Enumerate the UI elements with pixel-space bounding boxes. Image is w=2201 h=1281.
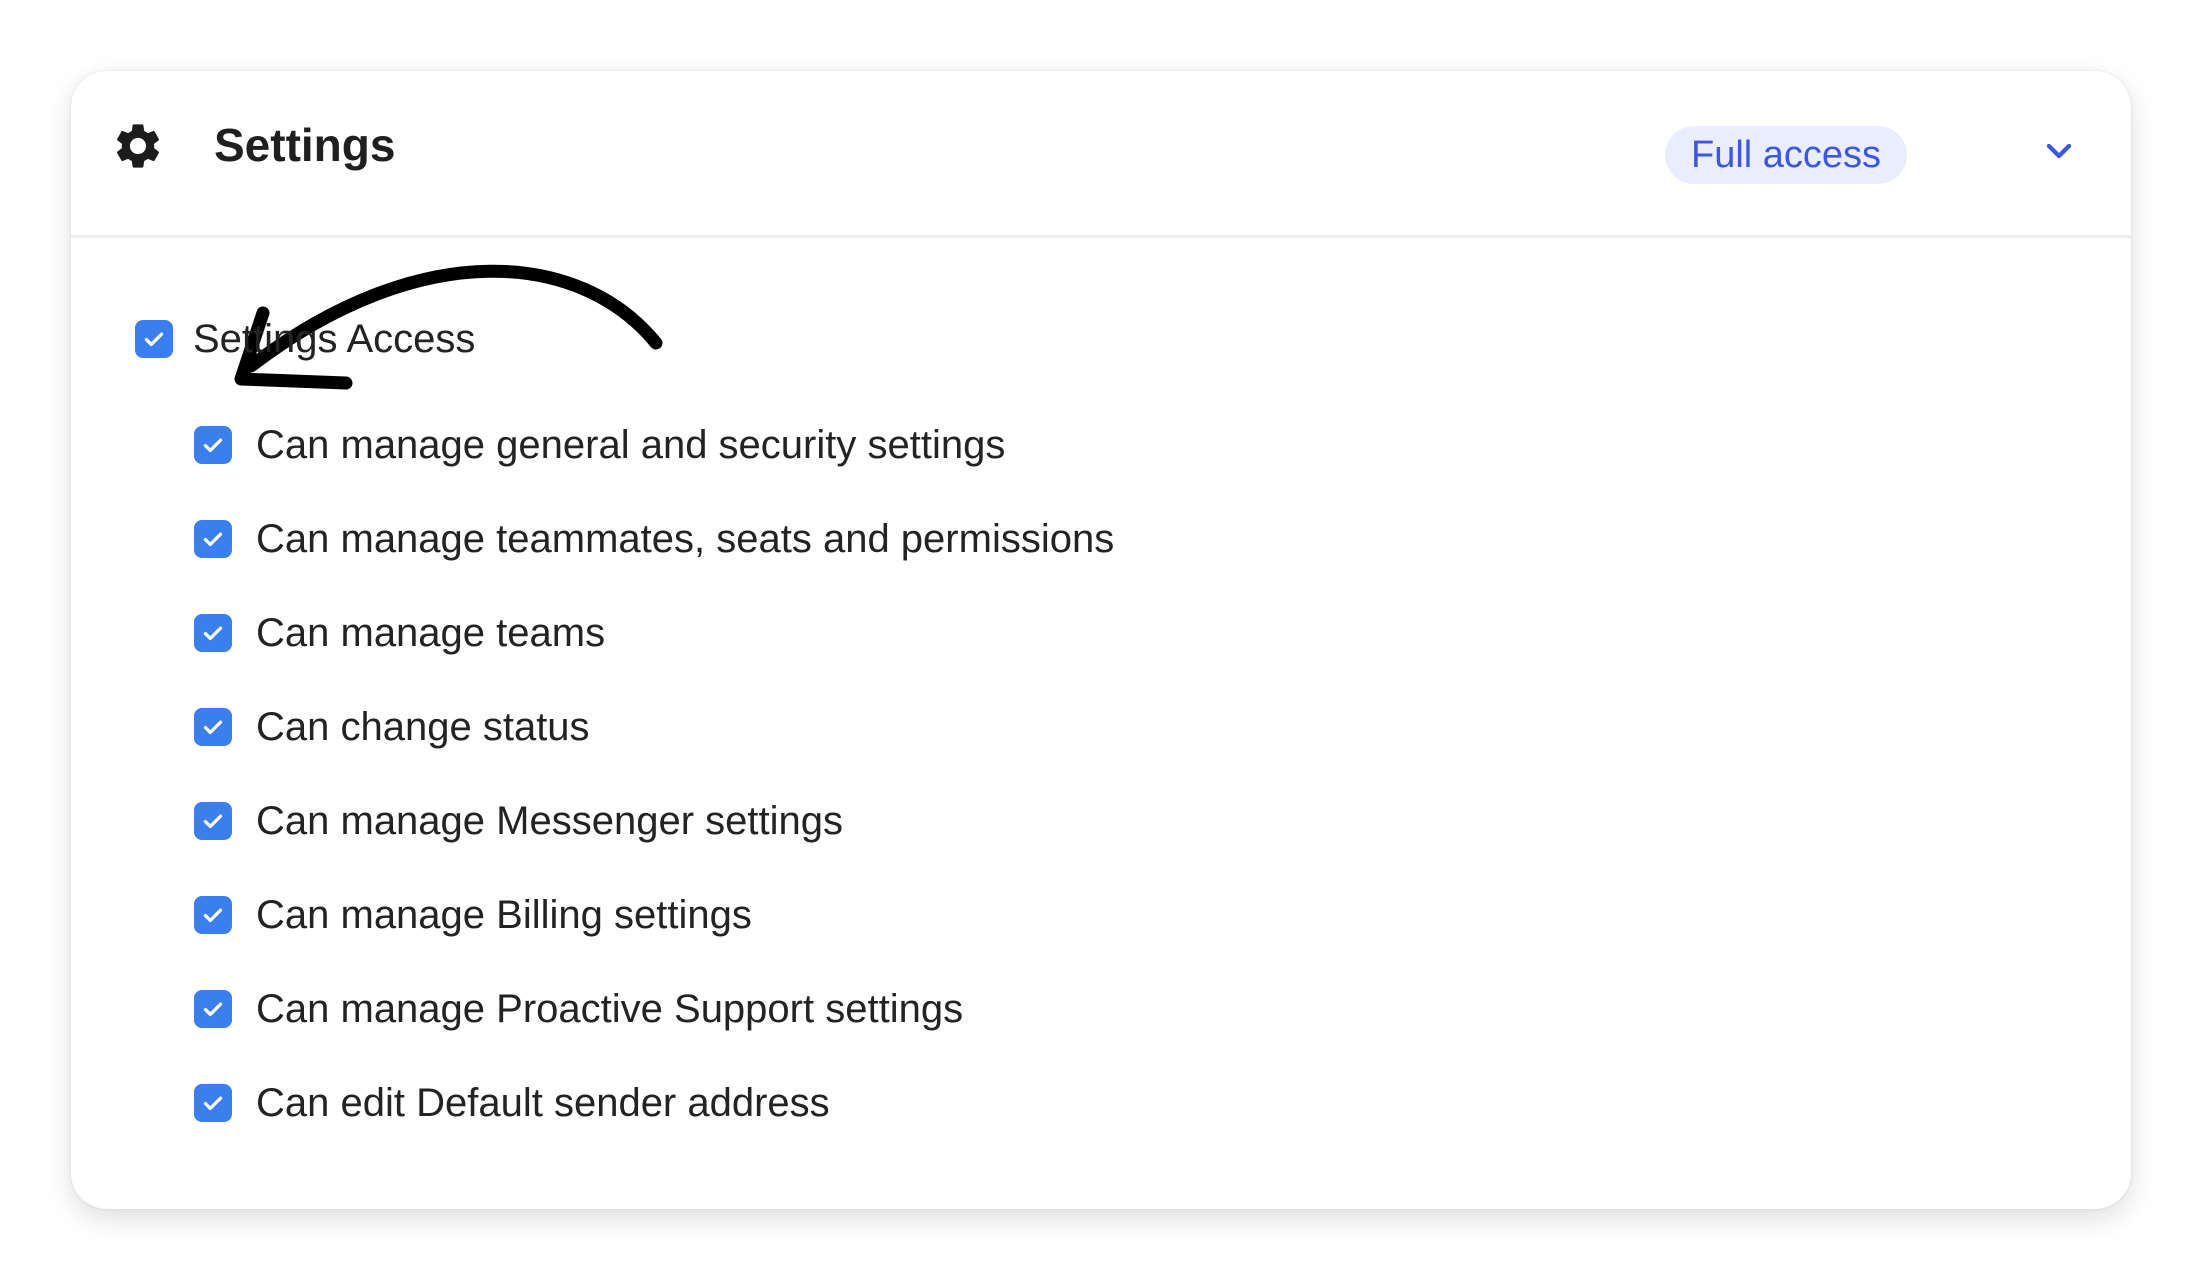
permission-label: Can manage Billing settings	[256, 892, 752, 937]
checkmark-icon	[203, 814, 223, 829]
permission-checkbox[interactable]	[194, 896, 232, 934]
permission-label: Can edit Default sender address	[256, 1080, 830, 1125]
settings-section-header[interactable]: Settings Full access	[71, 71, 2131, 238]
settings-access-label: Settings Access	[193, 316, 476, 361]
permission-checkbox[interactable]	[194, 990, 232, 1028]
checkmark-icon	[203, 720, 223, 735]
checkmark-icon	[203, 438, 223, 453]
permission-label: Can manage teammates, seats and permissi…	[256, 516, 1115, 561]
permission-row[interactable]: Can manage Billing settings	[194, 885, 752, 945]
permission-row[interactable]: Can manage general and security settings	[194, 415, 1005, 475]
permission-checkbox[interactable]	[194, 520, 232, 558]
checkmark-icon	[144, 332, 164, 347]
permission-checkbox[interactable]	[194, 708, 232, 746]
section-title: Settings	[214, 119, 396, 171]
settings-permissions-card: Settings Full access Settings Access Can…	[71, 71, 2131, 1209]
permission-row[interactable]: Can edit Default sender address	[194, 1073, 830, 1133]
access-level-badge: Full access	[1665, 126, 1908, 184]
parent-permission-row[interactable]: Settings Access	[135, 309, 475, 369]
permission-row[interactable]: Can manage Messenger settings	[194, 791, 843, 851]
checkmark-icon	[203, 626, 223, 641]
checkmark-icon	[203, 908, 223, 923]
permission-checkbox[interactable]	[194, 1084, 232, 1122]
permission-label: Can change status	[256, 704, 590, 749]
permission-row[interactable]: Can manage teams	[194, 603, 605, 663]
checkmark-icon	[203, 1002, 223, 1017]
permission-label: Can manage Messenger settings	[256, 798, 843, 843]
permission-label: Can manage teams	[256, 610, 606, 655]
settings-access-checkbox[interactable]	[135, 320, 173, 358]
permission-label: Can manage Proactive Support settings	[256, 986, 964, 1031]
chevron-down-icon[interactable]	[2039, 131, 2079, 171]
permission-checkbox[interactable]	[194, 426, 232, 464]
permission-checkbox[interactable]	[194, 802, 232, 840]
permission-label: Can manage general and security settings	[256, 422, 1006, 467]
gear-icon	[116, 124, 160, 168]
permission-checkbox[interactable]	[194, 614, 232, 652]
permission-row[interactable]: Can change status	[194, 697, 590, 757]
permission-row[interactable]: Can manage teammates, seats and permissi…	[194, 509, 1114, 569]
checkmark-icon	[203, 1096, 223, 1111]
checkmark-icon	[203, 532, 223, 547]
permission-row[interactable]: Can manage Proactive Support settings	[194, 979, 963, 1039]
